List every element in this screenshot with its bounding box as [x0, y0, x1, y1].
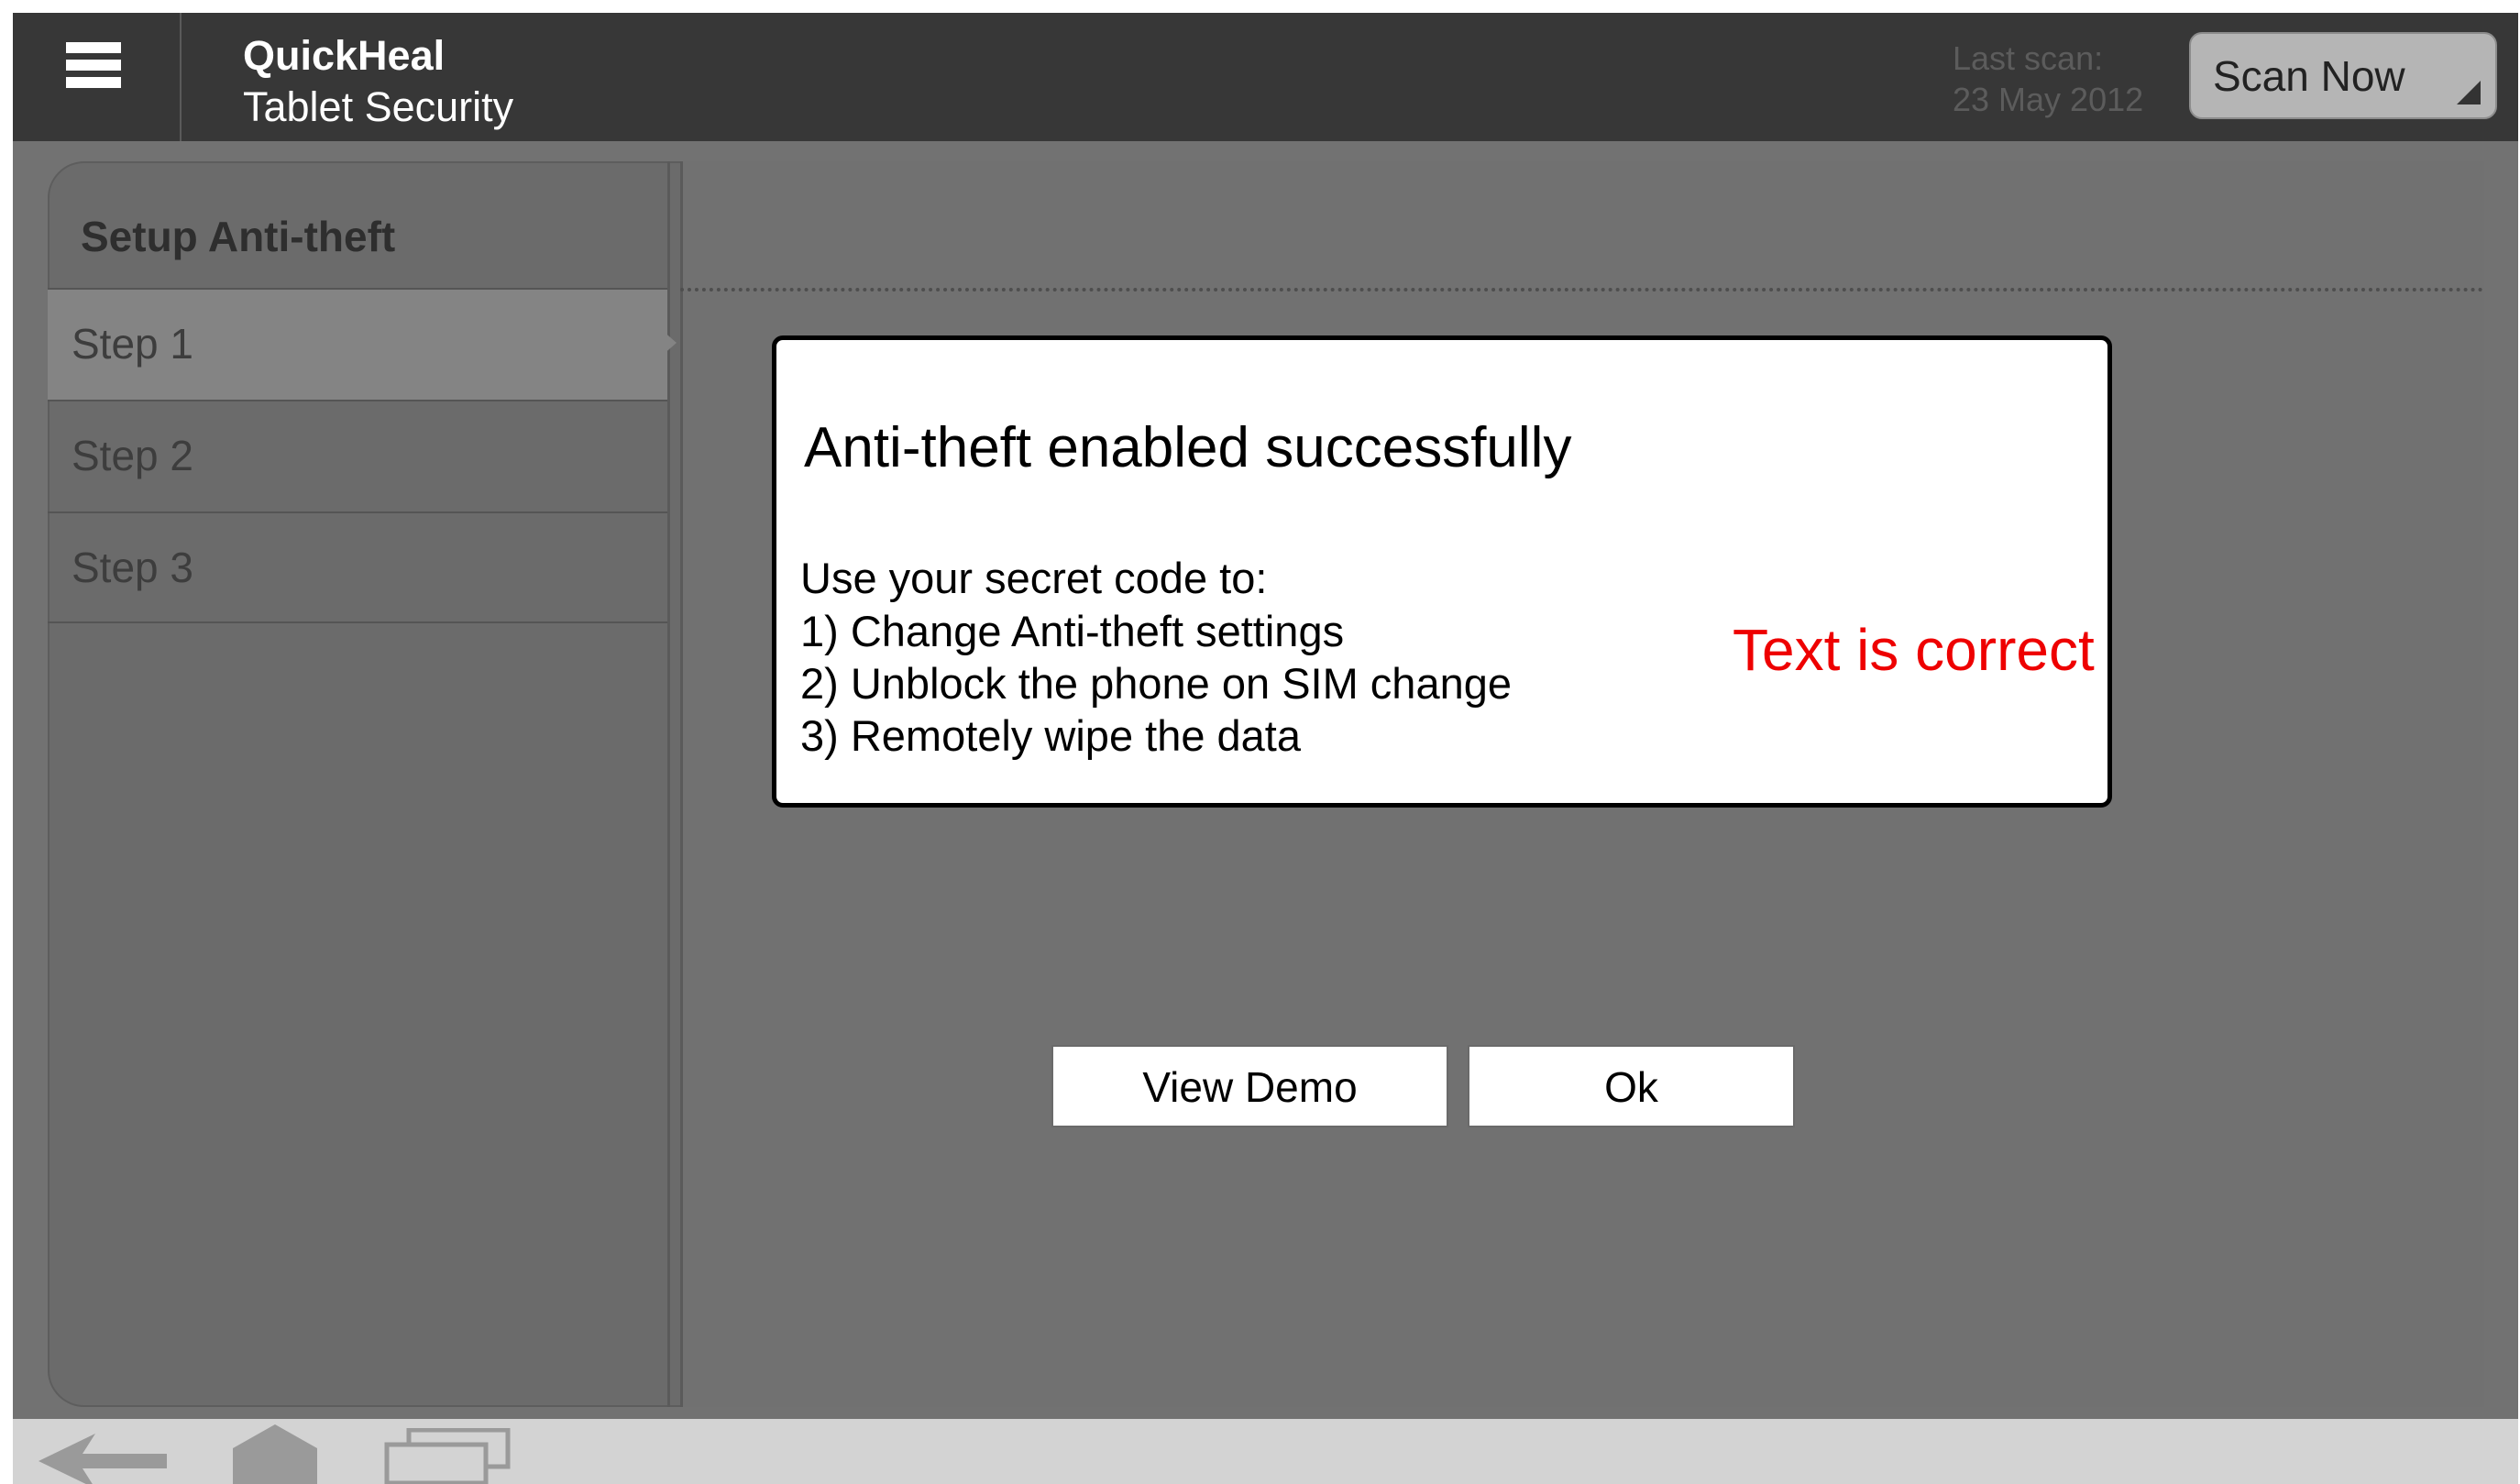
ok-button[interactable]: Ok [1468, 1045, 1795, 1127]
back-arrow-icon[interactable] [39, 1434, 167, 1484]
sidebar: Setup Anti-theft Step 1 Step 2 Step 3 [48, 161, 670, 1407]
system-nav-bar [13, 1419, 2518, 1484]
sidebar-item-label: Step 1 [72, 320, 193, 368]
last-scan-info: Last scan: 23 May 2012 [1953, 38, 2143, 120]
recent-apps-icon[interactable] [383, 1427, 512, 1484]
content-divider [680, 288, 2484, 291]
success-dialog: Anti-theft enabled successfully Use your… [772, 335, 2112, 1127]
menu-button[interactable] [13, 13, 182, 141]
sidebar-item-step-2[interactable]: Step 2 [48, 400, 667, 511]
view-demo-button[interactable]: View Demo [1051, 1045, 1448, 1127]
review-annotation: Text is correct [1733, 617, 2095, 683]
dialog-title: Anti-theft enabled successfully [804, 416, 1572, 479]
dialog-list-item: 2) Unblock the phone on SIM change [800, 659, 1513, 708]
last-scan-label: Last scan: [1953, 39, 2104, 77]
app-name: QuickHeal [243, 32, 446, 79]
dialog-intro: Use your secret code to: [800, 554, 1268, 602]
scan-now-button[interactable]: Scan Now [2189, 32, 2497, 119]
sidebar-item-label: Step 3 [72, 544, 193, 591]
sidebar-item-label: Step 2 [72, 432, 193, 479]
sidebar-title: Setup Anti-theft [81, 213, 396, 260]
last-scan-date: 23 May 2012 [1953, 81, 2144, 118]
top-app-bar: QuickHeal Tablet Security Last scan: 23 … [13, 13, 2518, 141]
sidebar-item-step-1[interactable]: Step 1 [48, 288, 667, 400]
sidebar-item-step-3[interactable]: Step 3 [48, 511, 667, 623]
dialog-list-item: 3) Remotely wipe the data [800, 711, 1302, 760]
app-subtitle: Tablet Security [243, 83, 514, 130]
dialog-list-item: 1) Change Anti-theft settings [800, 607, 1345, 655]
home-icon[interactable] [229, 1424, 321, 1484]
app-window: QuickHeal Tablet Security Last scan: 23 … [13, 13, 2518, 1484]
active-step-pointer [662, 330, 677, 356]
scan-now-label: Scan Now [2213, 52, 2405, 100]
dropdown-corner-icon [2457, 81, 2481, 104]
